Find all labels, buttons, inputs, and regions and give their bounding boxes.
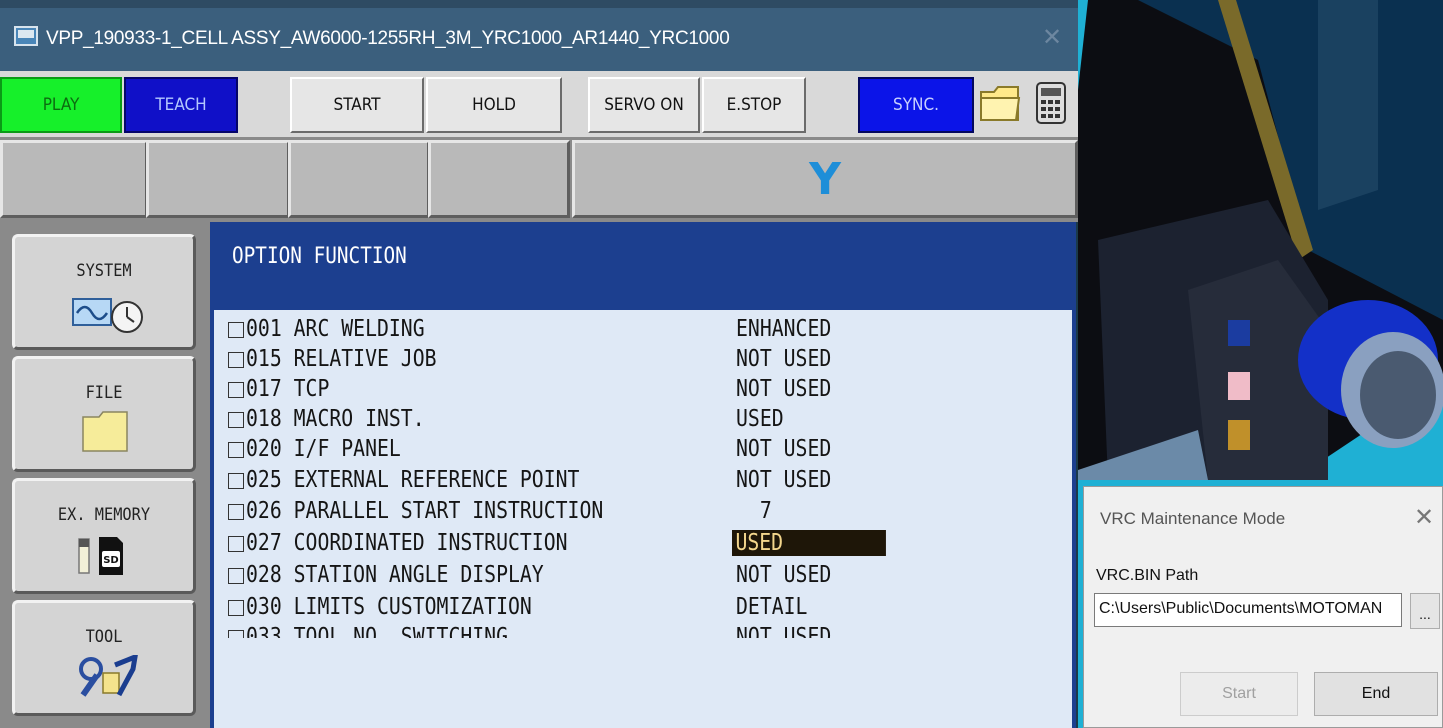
path-label: VRC.BIN Path bbox=[1096, 567, 1199, 584]
checkbox-icon bbox=[228, 442, 244, 458]
sync-button[interactable]: SYNC. bbox=[858, 77, 974, 133]
title-bar: VPP_190933-1_CELL ASSY_AW6000-1255RH_3M_… bbox=[0, 0, 1078, 71]
function-key-2[interactable] bbox=[146, 140, 290, 218]
vrc-bin-path-input[interactable]: C:\Users\Public\Documents\MOTOMAN bbox=[1094, 593, 1402, 627]
page-title: OPTION FUNCTION bbox=[232, 244, 407, 269]
checkbox-icon bbox=[228, 536, 244, 552]
end-button[interactable]: End bbox=[1314, 672, 1438, 716]
list-item[interactable]: 001 ARC WELDING ENHANCED bbox=[228, 316, 1068, 346]
list-item[interactable]: 028 STATION ANGLE DISPLAY NOT USED bbox=[228, 562, 1068, 592]
hold-button[interactable]: HOLD bbox=[426, 77, 562, 133]
sidebar-item-ex-memory[interactable]: EX. MEMORY SD bbox=[12, 478, 196, 594]
sidebar-item-label: FILE bbox=[85, 383, 123, 403]
function-key-3[interactable] bbox=[288, 140, 430, 218]
list-item[interactable]: 033 TOOL NO. SWITCHING NOT USED bbox=[228, 624, 1068, 638]
teach-button[interactable]: TEACH bbox=[124, 77, 238, 133]
yaskawa-logo-key[interactable]: Y bbox=[572, 140, 1078, 218]
function-key-4[interactable] bbox=[428, 140, 570, 218]
option-function-panel: OPTION FUNCTION 001 ARC WELDING ENHANCED … bbox=[210, 222, 1076, 728]
sd-card-icon: SD bbox=[78, 537, 123, 575]
sidebar-menu: SYSTEM FILE EX. MEMORY SD TOOL bbox=[0, 222, 210, 728]
checkbox-icon bbox=[228, 600, 244, 616]
app-icon bbox=[14, 26, 38, 46]
dialog-title: VRC Maintenance Mode bbox=[1100, 509, 1286, 528]
play-button[interactable]: PLAY bbox=[0, 77, 122, 133]
checkbox-icon bbox=[228, 382, 244, 398]
function-key-row: Y bbox=[0, 137, 1078, 222]
list-item[interactable]: 030 LIMITS CUSTOMIZATION DETAIL bbox=[228, 594, 1068, 624]
list-item-selected[interactable]: 027 COORDINATED INSTRUCTION USED bbox=[228, 530, 1068, 560]
list-item[interactable]: 015 RELATIVE JOB NOT USED bbox=[228, 346, 1068, 376]
sidebar-item-system[interactable]: SYSTEM bbox=[12, 234, 196, 350]
list-item[interactable]: 017 TCP NOT USED bbox=[228, 376, 1068, 406]
list-item[interactable]: 020 I/F PANEL NOT USED bbox=[228, 436, 1068, 466]
start-button[interactable]: START bbox=[290, 77, 424, 133]
close-icon[interactable]: ✕ bbox=[1414, 503, 1434, 532]
function-key-1[interactable] bbox=[0, 140, 148, 218]
vrc-maintenance-dialog: VRC Maintenance Mode ✕ VRC.BIN Path C:\U… bbox=[1083, 486, 1443, 728]
mode-toolbar: PLAY TEACH START HOLD SERVO ON E.STOP SY… bbox=[0, 71, 1078, 137]
selected-value[interactable]: USED bbox=[732, 530, 887, 556]
sidebar-item-file[interactable]: FILE bbox=[12, 356, 196, 472]
folder-icon[interactable] bbox=[976, 77, 1024, 129]
system-clock-icon bbox=[72, 298, 143, 333]
sidebar-item-label: EX. MEMORY bbox=[57, 505, 151, 525]
checkbox-icon bbox=[228, 473, 244, 489]
checkbox-icon bbox=[228, 352, 244, 368]
start-button[interactable]: Start bbox=[1180, 672, 1298, 716]
list-item[interactable]: 025 EXTERNAL REFERENCE POINT NOT USED bbox=[228, 467, 1068, 497]
checkbox-icon bbox=[228, 504, 244, 520]
close-icon[interactable]: ✕ bbox=[1042, 23, 1062, 52]
estop-button[interactable]: E.STOP bbox=[702, 77, 806, 133]
window-title: VPP_190933-1_CELL ASSY_AW6000-1255RH_3M_… bbox=[46, 28, 730, 49]
checkbox-icon bbox=[228, 630, 244, 638]
list-item[interactable]: 026 PARALLEL START INSTRUCTION 7 bbox=[228, 498, 1068, 528]
checkbox-icon bbox=[228, 412, 244, 428]
tool-icon bbox=[79, 655, 138, 697]
panel-header: OPTION FUNCTION bbox=[214, 226, 1074, 310]
browse-button[interactable]: ... bbox=[1410, 593, 1440, 629]
folder-icon bbox=[82, 411, 128, 452]
pendant-icon[interactable] bbox=[1028, 77, 1074, 129]
servo-on-button[interactable]: SERVO ON bbox=[588, 77, 700, 133]
sidebar-item-tool[interactable]: TOOL bbox=[12, 600, 196, 716]
checkbox-icon bbox=[228, 322, 244, 338]
sidebar-item-label: TOOL bbox=[85, 627, 123, 647]
option-list: 001 ARC WELDING ENHANCED 015 RELATIVE JOB… bbox=[214, 310, 1072, 728]
sidebar-item-label: SYSTEM bbox=[76, 261, 132, 281]
list-item[interactable]: 018 MACRO INST. USED bbox=[228, 406, 1068, 436]
checkbox-icon bbox=[228, 568, 244, 584]
svg-text:SD: SD bbox=[103, 555, 119, 566]
